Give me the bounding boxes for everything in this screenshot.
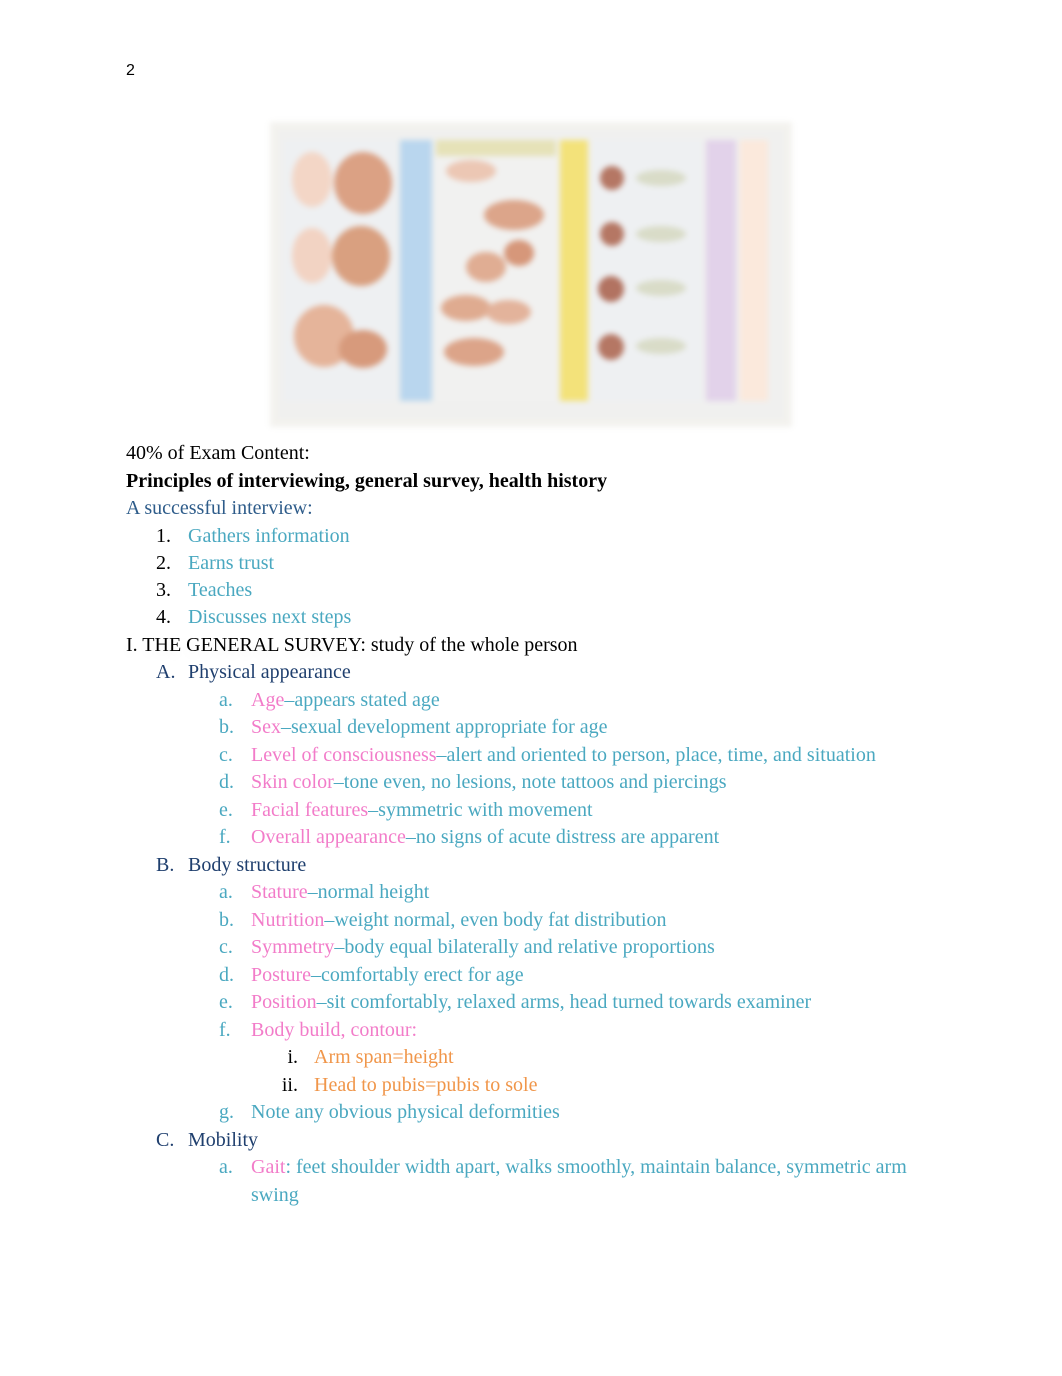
section-mobility: C. Mobility [156,1128,259,1151]
interview-list: 1. Gathers information 2. Earns trust 3. Te… [126,523,956,632]
interview-subheading: A successful interview: [126,497,313,519]
list-item: c. Symmetry–body equal bilaterally and re… [219,936,715,958]
list-item: f. Body build, contour: [219,1018,418,1041]
list-item: a. Gait: feet shoulder width apart, walks… [219,1156,907,1178]
list-item: 4. Discusses next steps [156,606,352,628]
list-item: d. Skin color–tone even, no lesions, note… [219,771,727,793]
list-item: 1. Gathers information [156,524,350,547]
document-body: 40% of Exam Content: Principles of inter… [126,440,956,1209]
list-item: d. Posture–comfortably erect for age [219,963,524,986]
anatomy-reference-image [270,122,792,427]
list-item: 2. Earns trust [156,552,275,574]
list-item: b. Nutrition–weight normal, even body fat… [219,908,667,931]
figure-column-blue [400,140,432,401]
figure-panel-faces [284,140,396,401]
general-survey-title: I. THE GENERAL SURVEY: study of the whol… [126,633,578,656]
list-item-continuation: swing [251,1183,299,1206]
list-item: a. Stature–normal height [219,881,430,903]
list-item: 3. Teaches [156,579,253,601]
section-physical-appearance: A. Physical appearance [156,661,351,683]
list-item: b. Sex–sexual development appropriate for… [219,716,608,738]
page-number: 2 [126,62,135,79]
list-item: a. Age–appears stated age [219,688,440,711]
list-item: f. Overall appearance–no signs of acute d… [219,826,720,848]
figure-panel-hands [436,140,556,401]
list-item: g. Note any obvious physical deformities [219,1101,560,1123]
figure-column-purple [706,140,736,401]
exam-content-label: 40% of Exam Content: [126,442,310,464]
figure-panel-lesions [592,140,702,401]
section-body-structure: B. Body structure [156,853,307,876]
list-item: c. Level of consciousness–alert and orien… [219,743,876,766]
list-item: e. Position–sit comfortably, relaxed arms… [219,991,812,1013]
figure-column-peach [740,140,768,401]
sub-list-item: ii. Head to pubis=pubis to sole [281,1073,538,1096]
section-heading: Principles of interviewing, general surv… [126,469,608,492]
figure-column-yellow [560,140,588,401]
sub-list-item: i. Arm span=height [287,1046,454,1068]
list-item: e. Facial features–symmetric with movemen… [219,798,593,821]
